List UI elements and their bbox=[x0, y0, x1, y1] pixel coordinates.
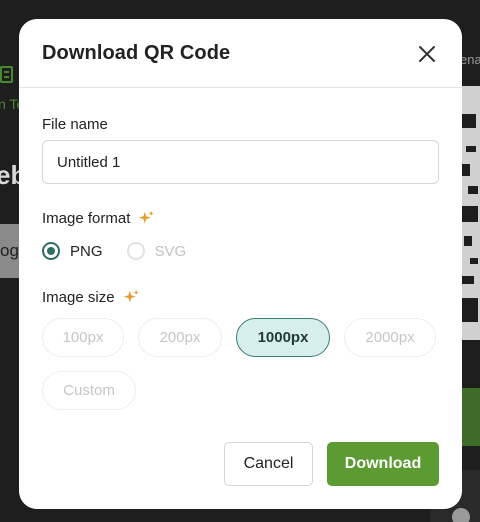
sparkle-icon bbox=[139, 210, 155, 224]
document-icon bbox=[0, 66, 13, 83]
file-name-input[interactable] bbox=[42, 140, 439, 184]
size-option-2000px[interactable]: 2000px bbox=[344, 318, 436, 357]
image-size-label-text: Image size bbox=[42, 289, 115, 306]
radio-unselected-icon bbox=[126, 242, 145, 260]
background-qr-preview bbox=[460, 86, 480, 340]
close-button[interactable] bbox=[417, 44, 437, 64]
image-format-label-text: Image format bbox=[42, 210, 131, 227]
size-option-200px[interactable]: 200px bbox=[138, 318, 222, 357]
size-option-1000px[interactable]: 1000px bbox=[236, 318, 330, 357]
size-option-100px[interactable]: 100px bbox=[42, 318, 124, 357]
file-name-label: File name bbox=[42, 116, 108, 133]
size-option-custom[interactable]: Custom bbox=[42, 371, 136, 410]
format-option-label: SVG bbox=[154, 242, 187, 260]
dialog-title: Download QR Code bbox=[42, 42, 231, 64]
image-size-label: Image size bbox=[42, 289, 140, 306]
background-button bbox=[460, 388, 480, 446]
download-button[interactable]: Download bbox=[327, 442, 439, 486]
background-right-text: ena bbox=[460, 52, 480, 67]
dialog-header: Download QR Code bbox=[19, 19, 462, 88]
format-option-png[interactable]: PNG bbox=[42, 242, 103, 260]
cancel-button[interactable]: Cancel bbox=[224, 442, 313, 486]
image-format-label: Image format bbox=[42, 210, 155, 227]
format-option-label: PNG bbox=[70, 242, 103, 260]
info-icon bbox=[452, 508, 470, 522]
format-option-svg[interactable]: SVG bbox=[126, 242, 187, 260]
sparkle-icon bbox=[123, 289, 139, 303]
file-name-label-text: File name bbox=[42, 116, 108, 133]
close-icon bbox=[419, 46, 435, 62]
image-format-options: PNG SVG bbox=[42, 242, 186, 260]
radio-selected-icon bbox=[42, 242, 60, 260]
download-qr-dialog: Download QR Code File name Image format … bbox=[19, 19, 462, 509]
